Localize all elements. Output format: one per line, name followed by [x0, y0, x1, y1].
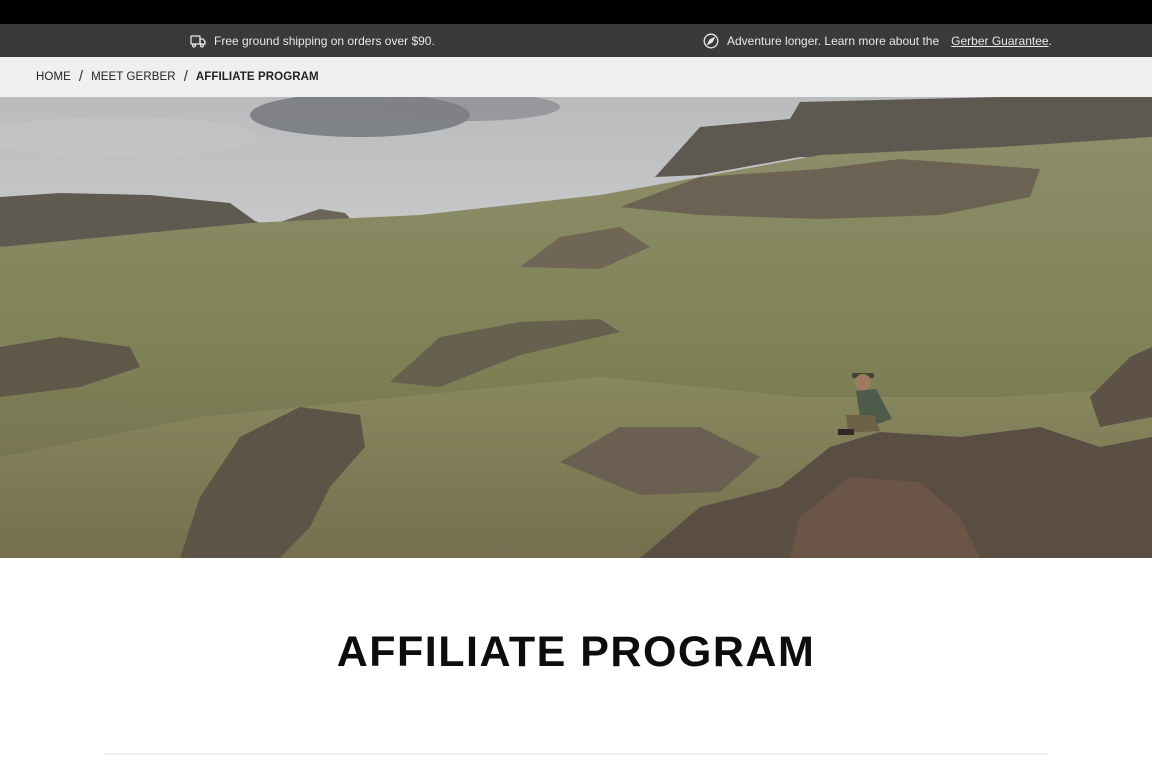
gerber-guarantee-link[interactable]: Gerber Guarantee	[951, 34, 1048, 48]
breadcrumb: HOME / MEET GERBER / AFFILIATE PROGRAM	[36, 57, 319, 97]
breadcrumb-current: AFFILIATE PROGRAM	[195, 71, 319, 83]
breadcrumb-separator: /	[183, 67, 188, 85]
shipping-promo: Free ground shipping on orders over $90.	[190, 24, 435, 57]
guarantee-suffix: .	[1048, 33, 1052, 48]
promo-bar: Free ground shipping on orders over $90.…	[0, 24, 1152, 57]
breadcrumb-home[interactable]: HOME	[36, 71, 71, 83]
hero-image	[0, 97, 1152, 558]
top-black-strip	[0, 0, 1152, 24]
page-title: AFFILIATE PROGRAM	[336, 628, 816, 676]
truck-icon	[190, 33, 206, 49]
guarantee-promo: Adventure longer. Learn more about the G…	[703, 24, 1052, 57]
breadcrumb-separator: /	[78, 67, 84, 85]
shipping-promo-text: Free ground shipping on orders over $90.	[214, 33, 435, 48]
breadcrumb-meet-gerber[interactable]: MEET GERBER	[91, 71, 176, 83]
section-divider	[104, 753, 1048, 755]
compass-icon	[703, 33, 719, 49]
breadcrumb-bar: HOME / MEET GERBER / AFFILIATE PROGRAM	[0, 57, 1152, 97]
guarantee-promo-text: Adventure longer. Learn more about the	[727, 33, 940, 48]
